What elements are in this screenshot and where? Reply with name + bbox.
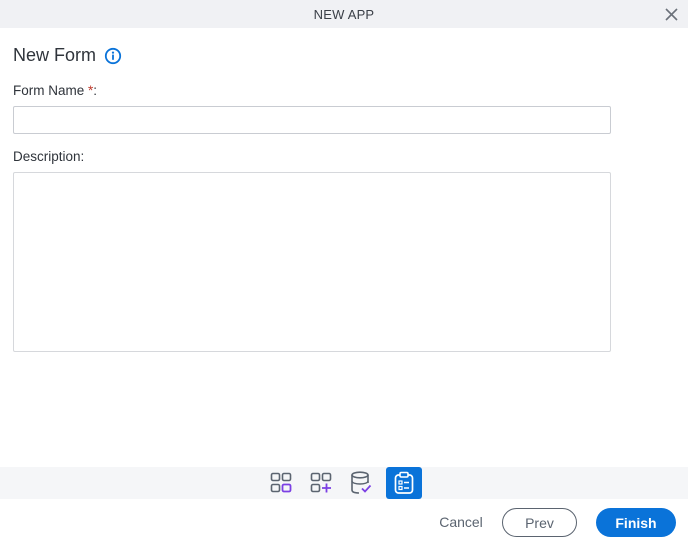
page-heading: New Form bbox=[13, 45, 122, 66]
step-data[interactable] bbox=[346, 468, 376, 498]
database-check-icon bbox=[351, 471, 372, 494]
wizard-steps bbox=[0, 467, 688, 499]
info-button[interactable] bbox=[104, 47, 122, 65]
close-icon bbox=[664, 7, 678, 21]
close-button[interactable] bbox=[662, 5, 680, 23]
step-add-component[interactable] bbox=[306, 468, 336, 498]
cancel-button[interactable]: Cancel bbox=[433, 508, 489, 536]
info-icon bbox=[104, 47, 122, 64]
step-form[interactable] bbox=[386, 467, 422, 499]
title-bar: NEW APP bbox=[0, 0, 688, 28]
form-name-input[interactable] bbox=[13, 106, 611, 134]
description-textarea[interactable] bbox=[13, 172, 611, 352]
app-grid-icon bbox=[270, 472, 292, 493]
form-name-label-suffix: : bbox=[93, 83, 98, 98]
clipboard-form-icon bbox=[394, 471, 414, 494]
window-title: NEW APP bbox=[313, 6, 375, 22]
grid-add-icon bbox=[310, 472, 332, 493]
finish-button[interactable]: Finish bbox=[596, 508, 676, 537]
description-label: Description: bbox=[13, 149, 85, 164]
form-name-label-text: Form Name bbox=[13, 83, 85, 98]
form-name-label: Form Name *: bbox=[13, 83, 97, 98]
dialog-footer: Cancel Prev Finish bbox=[0, 499, 688, 544]
prev-button[interactable]: Prev bbox=[502, 508, 577, 537]
step-app[interactable] bbox=[266, 468, 296, 498]
page-title: New Form bbox=[13, 45, 97, 65]
